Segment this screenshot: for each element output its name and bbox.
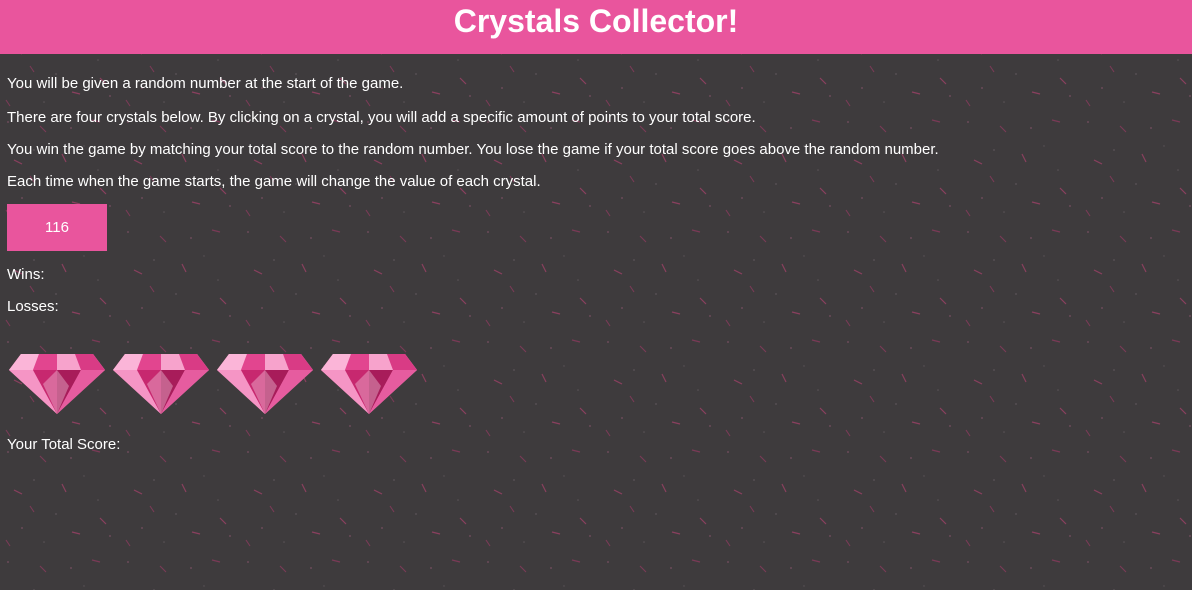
total-score-label: Your Total Score: (7, 436, 121, 453)
instruction-line: There are four crystals below. By clicki… (7, 109, 756, 126)
instruction-line: Each time when the game starts, the game… (7, 173, 541, 190)
instruction-line: You win the game by matching your total … (7, 141, 939, 158)
crystal-button-2[interactable] (111, 344, 211, 416)
crystal-row (7, 344, 1185, 416)
crystal-button-3[interactable] (215, 344, 315, 416)
game-content: You will be given a random number at the… (0, 68, 1192, 454)
pink-diamond-icon (9, 354, 105, 414)
wins-label: Wins: (7, 266, 45, 283)
page-title: Crystals Collector! (453, 3, 739, 39)
crystal-button-4[interactable] (319, 344, 419, 416)
pink-diamond-icon (321, 354, 417, 414)
instructions: You will be given a random number at the… (7, 68, 1185, 196)
header-bar: Crystals Collector! (0, 0, 1192, 54)
crystal-button-1[interactable] (7, 344, 107, 416)
losses-label: Losses: (7, 298, 59, 315)
instruction-line: You will be given a random number at the… (7, 75, 404, 92)
pink-diamond-icon (113, 354, 209, 414)
random-number-box: 116 (7, 204, 107, 251)
pink-diamond-icon (217, 354, 313, 414)
